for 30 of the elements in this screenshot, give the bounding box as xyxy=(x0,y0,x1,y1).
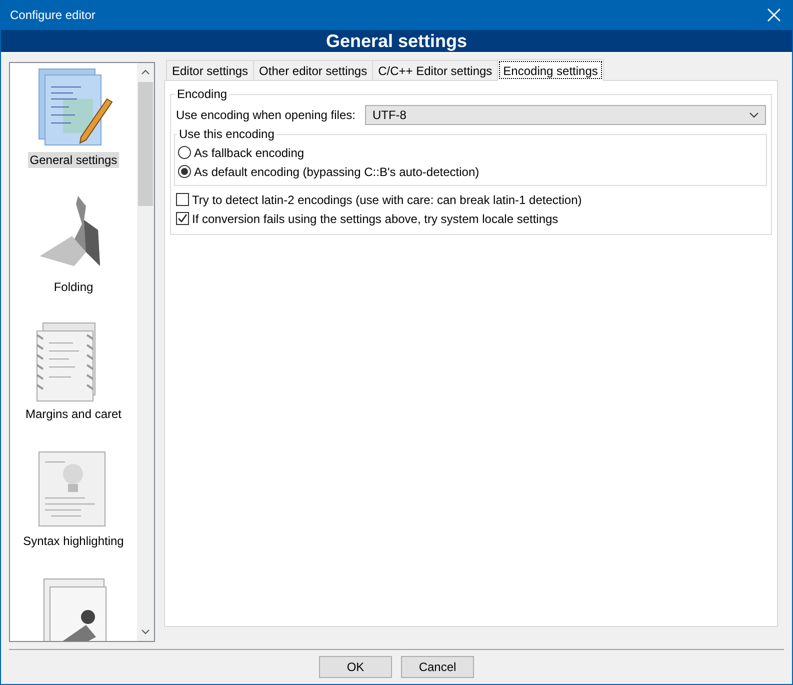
category-label[interactable]: Syntax highlighting xyxy=(21,533,126,549)
tab[interactable]: Other editor settings xyxy=(253,60,374,80)
checkbox[interactable] xyxy=(176,193,189,206)
scroll-down-icon[interactable] xyxy=(141,629,150,635)
tab[interactable]: C/C++ Editor settings xyxy=(372,60,498,80)
category-label[interactable]: Folding xyxy=(52,279,96,295)
group-title: Encoding xyxy=(176,87,228,101)
page-header: General settings xyxy=(1,30,792,53)
chevron-down-icon xyxy=(749,112,759,118)
ok-button[interactable]: OK xyxy=(319,656,392,678)
checkbox[interactable] xyxy=(176,212,189,225)
encoding-dropdown[interactable]: UTF-8 xyxy=(365,105,766,125)
tab[interactable]: Editor settings xyxy=(166,60,254,80)
scroll-thumb[interactable] xyxy=(138,82,153,206)
radio-label[interactable]: As fallback encoding xyxy=(194,146,304,160)
radio-button[interactable] xyxy=(178,146,191,159)
radio-button[interactable] xyxy=(178,165,191,178)
checkbox-label[interactable]: If conversion fails using the settings above, try system locale settings xyxy=(192,212,558,226)
checkbox-label[interactable]: Try to detect latin-2 encodings (use with care: can break latin-1 detection) xyxy=(192,192,582,206)
category-label[interactable]: General settings xyxy=(28,152,120,168)
field-label: Use encoding when opening files: xyxy=(176,108,356,122)
tab[interactable]: Encoding settings xyxy=(497,59,604,81)
close-icon[interactable] xyxy=(767,8,781,22)
window-title: Configure editor xyxy=(10,8,96,22)
group-title: Use this encoding xyxy=(178,127,276,141)
radio-label[interactable]: As default encoding (bypassing C::B's auto-detection) xyxy=(194,164,480,178)
scroll-up-icon[interactable] xyxy=(141,69,150,75)
cancel-button[interactable]: Cancel xyxy=(401,656,474,678)
scrollbar[interactable] xyxy=(137,63,154,641)
category-label[interactable]: Margins and caret xyxy=(23,406,124,422)
